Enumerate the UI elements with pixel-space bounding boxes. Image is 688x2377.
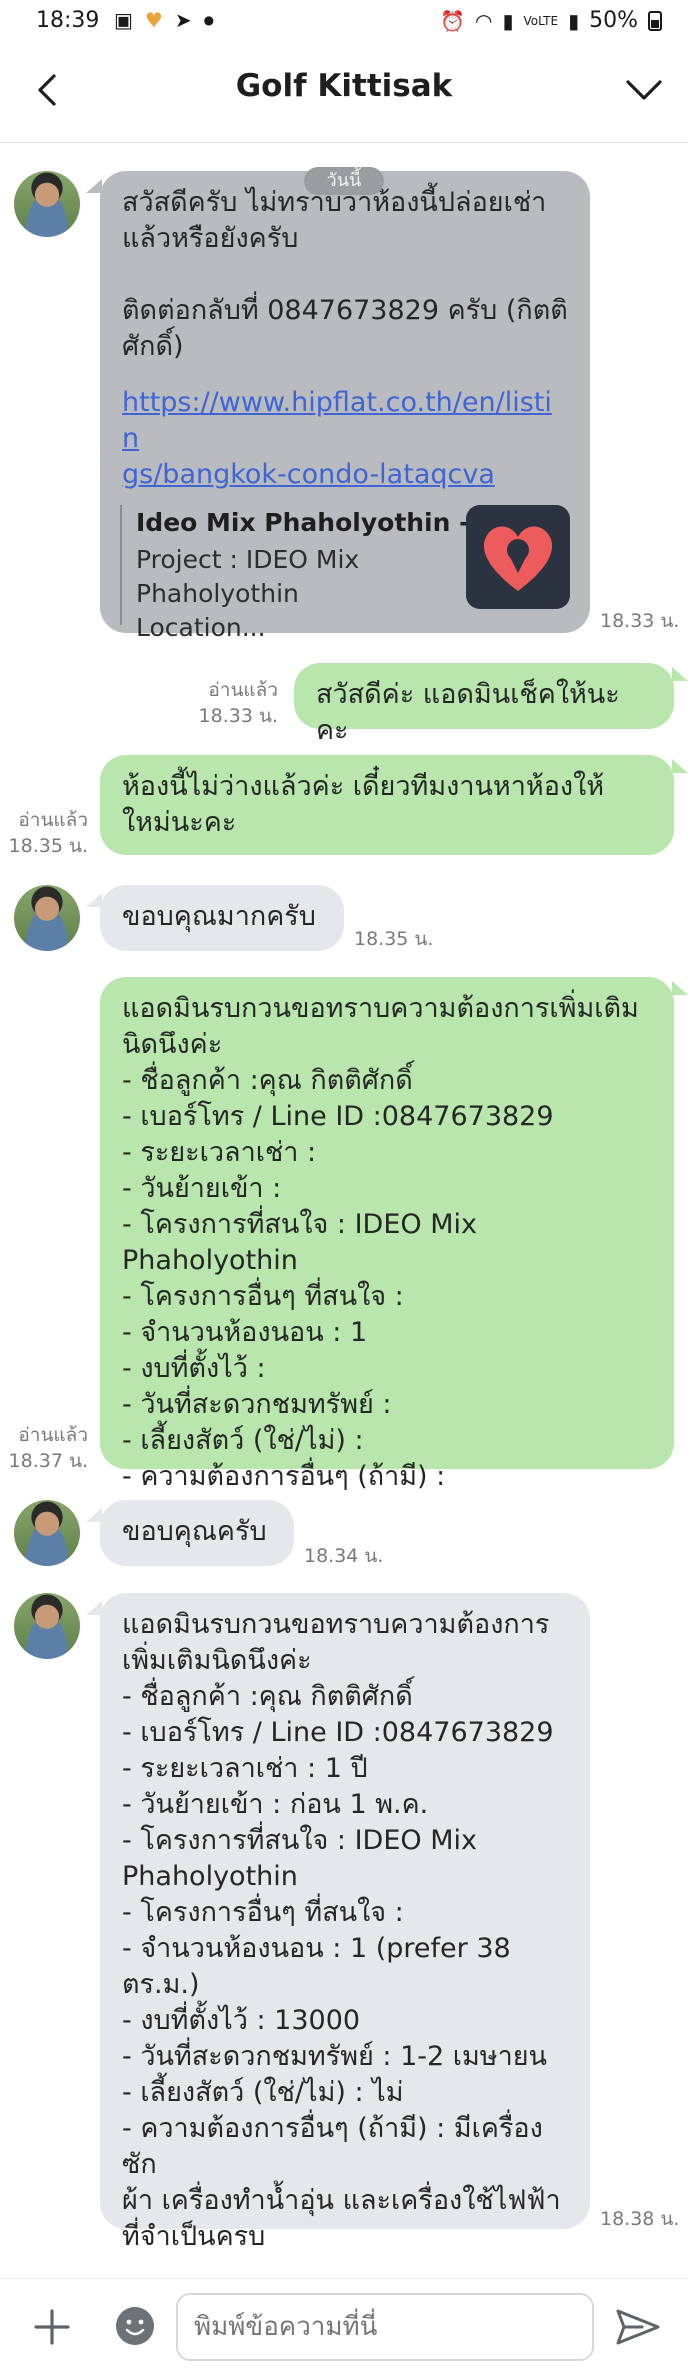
signal-icon: ▮ — [502, 8, 514, 33]
message-list[interactable]: วันนี้ สวัสดีครับ ไม่ทราบว่าห้องนี้ปล่อย… — [0, 143, 688, 2273]
message-text: - เลี้ยงสัตว์ (ใช่/ไม่) : — [122, 1425, 364, 1456]
message-text: Phaholyothin — [122, 1861, 298, 1892]
chevron-down-icon[interactable] — [622, 70, 666, 110]
message-text: - เบอร์โทร / Line ID :0847673829 — [122, 1101, 554, 1132]
alarm-icon: ⏰ — [440, 8, 466, 33]
avatar[interactable] — [14, 1500, 80, 1566]
message-text: นิดนึงค่ะ — [122, 1029, 223, 1060]
message-text: - ความต้องการอื่นๆ (ถ้ามี) : — [122, 1461, 446, 1492]
message-text: ติดต่อกลับที่ 0847673829 ครับ (กิตติ — [122, 295, 568, 326]
message-link[interactable]: gs/bangkok-condo-lataqcva — [122, 457, 568, 493]
battery-percent: 50% — [589, 8, 638, 33]
plus-icon[interactable] — [30, 2305, 74, 2349]
message-link[interactable]: https://www.hipflat.co.th/en/listin — [122, 385, 568, 457]
message-time: 18.38 น. — [600, 2208, 680, 2230]
status-left-icons: ▣ ♥ ➤ ● — [114, 8, 214, 32]
image-icon: ▣ — [114, 8, 133, 32]
message-time: 18.33 น. — [600, 610, 680, 632]
message-text: เพิ่มเติมนิดนึงค่ะ — [122, 1645, 312, 1676]
link-preview-desc-line: Project : IDEO Mix — [136, 545, 360, 574]
message-time: 18.33 น. — [198, 705, 278, 727]
link-preview-card[interactable]: Ideo Mix Phaholyothin - ... Project : ID… — [120, 505, 570, 642]
message-time: 18.35 น. — [8, 835, 88, 857]
message-time: 18.34 น. — [304, 1545, 384, 1567]
message-input[interactable] — [176, 2293, 594, 2361]
status-bar: 18:39 ▣ ♥ ➤ ● ⏰ ◠ ▮ VoLTE ▮ 50% — [0, 0, 688, 44]
message-text: ขอบคุณมากครับ — [122, 901, 316, 932]
avatar[interactable] — [14, 885, 80, 951]
message-text: ขอบคุณครับ — [122, 1516, 267, 1547]
message-time: 18.37 น. — [8, 1450, 88, 1472]
read-receipt: อ่านแล้ว — [18, 1424, 88, 1446]
message-text: - โครงการอื่นๆ ที่สนใจ : — [122, 1281, 404, 1312]
message-text: ห้องนี้ไม่ว่างแล้วค่ะ เดี๋ยวทีมงานหาห้อง… — [122, 771, 605, 802]
message-bubble-incoming[interactable]: ขอบคุณมากครับ — [100, 885, 344, 951]
message-bubble-outgoing[interactable]: แอดมินรบกวนขอทราบความต้องการเพิ่มเติม นิ… — [100, 977, 674, 1492]
link-preview-title: Ideo Mix Phaholyothin - ... — [136, 508, 507, 537]
message-bubble-incoming[interactable]: ขอบคุณครับ — [100, 1500, 294, 1566]
heart-app-icon: ♥ — [144, 8, 163, 32]
status-right-icons: ⏰ ◠ ▮ VoLTE ▮ 50% — [440, 8, 662, 33]
message-text: แอดมินรบกวนขอทราบความต้องการเพิ่มเติม — [122, 993, 639, 1024]
message-text: ตร.ม.) — [122, 1969, 200, 2000]
message-text: ศักดิ์) — [122, 331, 184, 362]
message-bubble-incoming[interactable]: แอดมินรบกวนขอทราบความต้องการ เพิ่มเติมนิ… — [100, 1593, 590, 2252]
bubble-tail — [672, 981, 688, 995]
message-text: - เลี้ยงสัตว์ (ใช่/ไม่) : ไม่ — [122, 2077, 404, 2108]
message-text: - ความต้องการอื่นๆ (ถ้ามี) : มีเครื่องซั… — [122, 2113, 543, 2180]
date-pill: วันนี้ — [304, 167, 384, 195]
message-text: - วันที่สะดวกชมทรัพย์ : — [122, 1389, 392, 1420]
message-text: ที่จำเป็นครบ — [122, 2221, 266, 2252]
volte-icon: VoLTE — [523, 13, 559, 28]
message-text — [122, 257, 568, 293]
status-time: 18:39 — [36, 8, 100, 33]
message-text: แล้วหรือยังครับ — [122, 223, 299, 254]
send-icon[interactable] — [612, 2305, 662, 2349]
chat-header: Golf Kittisak — [0, 44, 688, 143]
chat-title[interactable]: Golf Kittisak — [0, 68, 688, 104]
message-text: - วันย้ายเข้า : — [122, 1173, 282, 1204]
message-text: - โครงการที่สนใจ : IDEO Mix — [122, 1825, 478, 1856]
link-preview-desc-line: Phaholyothin Location... — [136, 579, 307, 642]
message-text: - จำนวนห้องนอน : 1 — [122, 1317, 368, 1348]
message-text: ผ้า เครื่องทำน้ำอุ่น และเครื่องใช้ไฟฟ้า — [122, 2185, 561, 2216]
link-preview-description: Project : IDEO Mix Phaholyothin Location… — [136, 543, 436, 645]
message-text: - ระยะเวลาเช่า : 1 ปี — [122, 1753, 368, 1784]
message-bubble-outgoing[interactable]: ห้องนี้ไม่ว่างแล้วค่ะ เดี๋ยวทีมงานหาห้อง… — [100, 755, 674, 855]
send-icon: ➤ — [174, 8, 192, 32]
signal-icon: ▮ — [568, 8, 580, 33]
message-text: สวัสดีค่ะ แอดมินเช็คให้นะคะ — [316, 679, 620, 746]
dot-icon: ● — [203, 13, 215, 27]
message-text: - งบที่ตั้งไว้ : — [122, 1353, 266, 1384]
message-bubble-outgoing[interactable]: สวัสดีค่ะ แอดมินเช็คให้นะคะ — [294, 663, 674, 746]
message-text: - วันที่สะดวกชมทรัพย์ : 1-2 เมษายน — [122, 2041, 548, 2072]
bubble-tail — [672, 667, 688, 681]
read-receipt: อ่านแล้ว — [18, 809, 88, 831]
message-time: 18.35 น. — [354, 928, 434, 950]
emoji-icon[interactable] — [116, 2307, 154, 2345]
message-bubble-incoming[interactable]: วันนี้ สวัสดีครับ ไม่ทราบว่าห้องนี้ปล่อย… — [100, 167, 590, 642]
message-text: ใหม่นะคะ — [122, 807, 237, 838]
message-input-bar — [0, 2278, 688, 2377]
message-text: - งบที่ตั้งไว้ : 13000 — [122, 2005, 361, 2036]
message-text: - โครงการอื่นๆ ที่สนใจ : — [122, 1897, 404, 1928]
wifi-icon: ◠ — [475, 8, 493, 33]
message-text: แอดมินรบกวนขอทราบความต้องการ — [122, 1609, 550, 1640]
hipflat-logo-icon — [466, 505, 570, 609]
message-text: - เบอร์โทร / Line ID :0847673829 — [122, 1717, 554, 1748]
message-text: - โครงการที่สนใจ : IDEO Mix Phaholyothin — [122, 1209, 486, 1276]
bubble-tail — [672, 759, 688, 773]
message-text: - ระยะเวลาเช่า : — [122, 1137, 317, 1168]
read-receipt: อ่านแล้ว — [208, 679, 278, 701]
avatar[interactable] — [14, 1593, 80, 1659]
message-text: - จำนวนห้องนอน : 1 (prefer 38 — [122, 1933, 511, 1964]
message-text: - ชื่อลูกค้า :คุณ กิตติศักดิ์ — [122, 1681, 413, 1712]
avatar[interactable] — [14, 171, 80, 237]
message-text: - วันย้ายเข้า : ก่อน 1 พ.ค. — [122, 1789, 429, 1820]
message-text: - ชื่อลูกค้า :คุณ กิตติศักดิ์ — [122, 1065, 413, 1096]
battery-icon — [648, 10, 662, 31]
